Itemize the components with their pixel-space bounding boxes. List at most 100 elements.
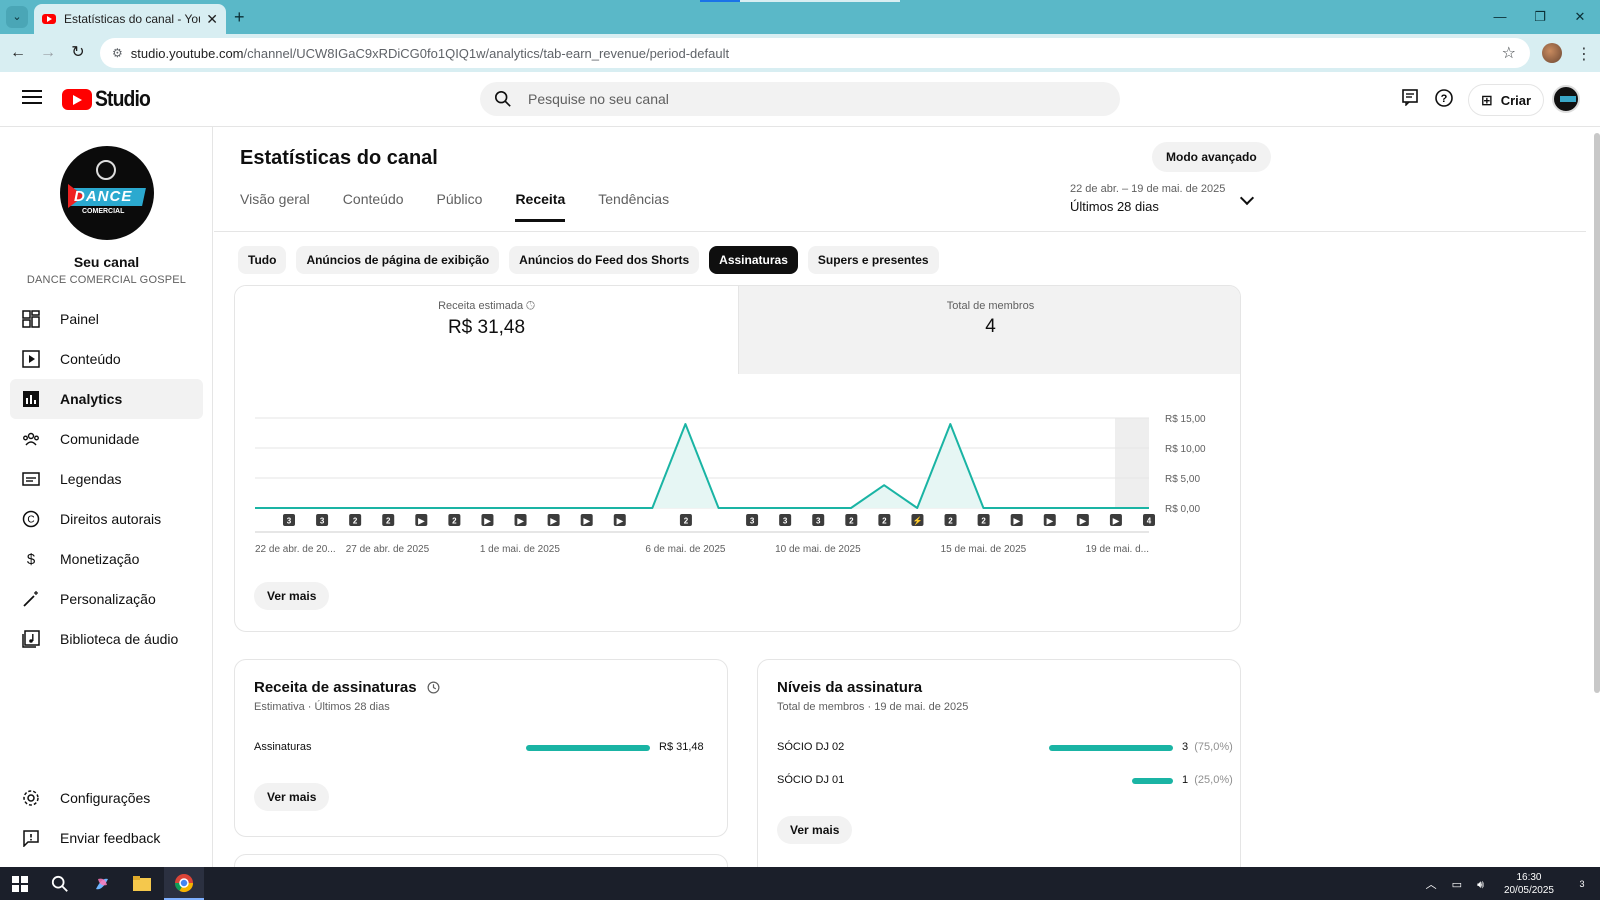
- content-icon: [22, 350, 40, 368]
- date-range-label: Últimos 28 dias: [1070, 199, 1159, 214]
- sidebar-item-enviar-feedback[interactable]: Enviar feedback: [10, 818, 203, 858]
- y-tick-label: R$ 15,00: [1165, 414, 1206, 425]
- create-button[interactable]: ⊞ Criar: [1468, 84, 1545, 116]
- taskbar-search-icon[interactable]: [40, 867, 80, 900]
- channel-label: Seu canal: [73, 254, 140, 270]
- video-marker-label: ▶: [516, 517, 524, 526]
- system-tray-icons[interactable]: ︿ ▭ 🔊︎: [1426, 876, 1490, 892]
- sidebar-item-legendas[interactable]: Legendas: [10, 459, 203, 499]
- sidebar-item-configuracoes[interactable]: Configurações: [10, 778, 203, 818]
- search-icon[interactable]: [494, 90, 512, 108]
- video-marker-label: ▶: [550, 517, 558, 526]
- notifications-icon[interactable]: 3: [1562, 867, 1600, 900]
- windows-start-icon[interactable]: [0, 867, 40, 900]
- subtitles-icon: [22, 470, 40, 488]
- sidebar-item-personalizacao[interactable]: Personalização: [10, 579, 203, 619]
- sidebar-item-monetizacao[interactable]: $ Monetização: [10, 539, 203, 579]
- site-info-icon[interactable]: ⚙: [112, 46, 123, 60]
- sidebar-item-comunidade[interactable]: Comunidade: [10, 419, 203, 459]
- studio-logo[interactable]: Studio: [62, 86, 157, 112]
- kpi-total-members[interactable]: Total de membros 4: [738, 286, 1240, 374]
- tab-publico[interactable]: Público: [437, 191, 483, 222]
- channel-avatar[interactable]: DANCE COMERCIAL: [60, 146, 154, 240]
- sidebar-item-analytics[interactable]: Analytics: [10, 379, 203, 419]
- x-tick-label: 19 de mai. d...: [1086, 544, 1149, 555]
- subs-row-bar: [526, 745, 650, 751]
- create-label: Criar: [1500, 92, 1532, 108]
- page-scrollbar[interactable]: [1594, 133, 1600, 693]
- taskbar-clock[interactable]: 16:30 20/05/2025: [1504, 871, 1554, 897]
- bookmark-star-icon[interactable]: ☆: [1502, 43, 1516, 63]
- help-icon[interactable]: ?: [1432, 88, 1456, 112]
- x-tick-label: 15 de mai. de 2025: [941, 544, 1027, 555]
- clock-icon: 🕓︎: [526, 300, 535, 312]
- level-row-value: 1 (25,0%): [1182, 774, 1233, 786]
- video-marker-label: ▶: [417, 517, 425, 526]
- ver-mais-button[interactable]: Ver mais: [254, 783, 330, 811]
- video-marker-label: ⚡: [912, 516, 922, 526]
- chip-anuncios-pagina-exibicao[interactable]: Anúncios de página de exibição: [296, 246, 500, 274]
- browser-menu-icon[interactable]: ⋮: [1576, 44, 1592, 64]
- feedback-label: Enviar feedback: [60, 830, 161, 846]
- messages-icon[interactable]: [1398, 88, 1422, 112]
- new-tab-icon[interactable]: +: [234, 6, 245, 28]
- sidebar-item-conteudo[interactable]: Conteúdo: [10, 339, 203, 379]
- level-row-count: 3: [1182, 741, 1189, 753]
- avatar-logo-text: DANCE: [74, 188, 133, 205]
- taskbar-time: 16:30: [1516, 872, 1542, 883]
- sidebar-item-label: Biblioteca de áudio: [60, 631, 179, 647]
- file-explorer-icon[interactable]: [122, 867, 162, 900]
- tab-receita[interactable]: Receita: [515, 191, 566, 222]
- chrome-taskbar-icon[interactable]: [164, 867, 204, 900]
- chip-anuncios-feed-shorts[interactable]: Anúncios do Feed dos Shorts: [509, 246, 700, 274]
- sidebar-item-biblioteca-de-audio[interactable]: Biblioteca de áudio: [10, 619, 203, 659]
- close-window-icon[interactable]: ✕: [1560, 0, 1600, 34]
- chip-tudo[interactable]: Tudo: [238, 246, 287, 274]
- ver-mais-button[interactable]: Ver mais: [254, 582, 330, 610]
- forward-icon[interactable]: →: [36, 41, 60, 65]
- reload-icon[interactable]: ↻: [66, 41, 90, 65]
- notification-count: 3: [1579, 878, 1585, 889]
- video-marker-label: ▶: [583, 517, 591, 526]
- main-content: Estatísticas do canal Modo avançado Visã…: [214, 127, 1600, 894]
- minimize-icon[interactable]: —: [1480, 0, 1520, 34]
- kpi-estimated-revenue[interactable]: Receita estimada 🕓︎ R$ 31,48: [235, 286, 738, 374]
- windows-taskbar: ︿ ▭ 🔊︎ 16:30 20/05/2025 3: [0, 867, 1600, 900]
- sidebar-item-label: Conteúdo: [60, 351, 121, 367]
- url-path: /channel/UCW8IGaC9xRDiCG0fo1QIQ1w/analyt…: [243, 45, 730, 61]
- search-input[interactable]: [528, 91, 1088, 107]
- chip-assinaturas[interactable]: Assinaturas: [709, 246, 798, 274]
- browser-profile-avatar[interactable]: [1542, 43, 1562, 63]
- tab-search-icon[interactable]: ⌄: [6, 6, 28, 28]
- sidebar-item-label: Personalização: [60, 591, 156, 607]
- browser-tab[interactable]: Estatísticas do canal - YouTube ✕: [34, 4, 226, 34]
- sidebar-item-painel[interactable]: Painel: [10, 299, 203, 339]
- date-range-picker[interactable]: 22 de abr. – 19 de mai. de 2025 Últimos …: [1070, 183, 1225, 214]
- subs-row-value: R$ 31,48: [659, 741, 704, 753]
- video-marker-label: 4: [1147, 517, 1152, 526]
- chip-supers-e-presentes[interactable]: Supers e presentes: [807, 246, 939, 274]
- chevron-down-icon[interactable]: [1239, 190, 1255, 206]
- tab-tendencias[interactable]: Tendências: [598, 191, 669, 222]
- analytics-icon: [22, 390, 40, 408]
- tab-conteudo[interactable]: Conteúdo: [343, 191, 404, 222]
- video-marker-label: 2: [948, 517, 953, 526]
- menu-icon[interactable]: [22, 90, 42, 104]
- browser-tab-bar: ⌄ Estatísticas do canal - YouTube ✕ + — …: [0, 0, 1600, 34]
- tab-close-icon[interactable]: ✕: [206, 11, 218, 28]
- copilot-icon[interactable]: [82, 867, 122, 900]
- level-row-percent: (75,0%): [1194, 741, 1233, 753]
- video-marker-label: 3: [320, 517, 325, 526]
- video-marker-label: 3: [783, 517, 788, 526]
- restore-icon[interactable]: ❐: [1520, 0, 1560, 34]
- level-row-percent: (25,0%): [1194, 774, 1233, 786]
- sidebar-item-direitos-autorais[interactable]: C Direitos autorais: [10, 499, 203, 539]
- back-icon[interactable]: ←: [6, 41, 30, 65]
- tab-visao-geral[interactable]: Visão geral: [240, 191, 310, 222]
- ver-mais-button[interactable]: Ver mais: [777, 816, 853, 844]
- create-video-icon: ⊞: [1481, 91, 1493, 108]
- sidebar-item-label: Monetização: [60, 551, 140, 567]
- account-avatar[interactable]: [1552, 85, 1580, 113]
- advanced-mode-button[interactable]: Modo avançado: [1152, 142, 1271, 172]
- address-bar[interactable]: ⚙ studio.youtube.com/channel/UCW8IGaC9xR…: [100, 38, 1530, 68]
